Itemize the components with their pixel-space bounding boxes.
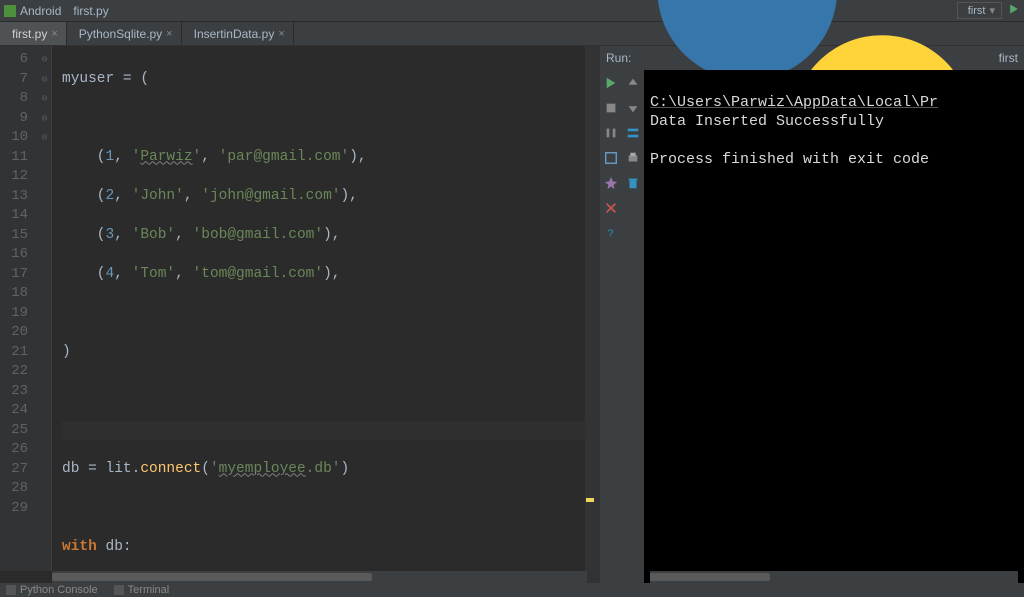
editor-error-stripe[interactable]: [585, 46, 595, 571]
console-horizontal-scrollbar[interactable]: [650, 571, 1018, 583]
run-panel: Run: first ? C:\Users\Parw: [599, 46, 1024, 583]
run-toolbar-right: [622, 70, 644, 583]
main-area: 6789 10111213 14151617 18192021 22232425…: [0, 46, 1024, 583]
run-toolbar-left: ?: [600, 70, 622, 583]
fold-gutter[interactable]: ⊖ ⊖⊖ ⊖ ⊖: [38, 46, 52, 571]
close-icon[interactable]: ×: [166, 28, 172, 40]
stop-button[interactable]: [604, 101, 618, 118]
close-icon[interactable]: ×: [278, 28, 284, 40]
close-panel-button[interactable]: [604, 201, 618, 218]
pin-button[interactable]: [604, 176, 618, 193]
tab-pythonsqlite[interactable]: PythonSqlite.py ×: [67, 22, 182, 45]
line-number-gutter: 6789 10111213 14151617 18192021 22232425…: [0, 46, 38, 571]
python-console-tool[interactable]: Python Console: [6, 584, 98, 596]
trash-icon[interactable]: [626, 176, 640, 193]
down-stack-icon[interactable]: [626, 101, 640, 118]
terminal-tool[interactable]: Terminal: [114, 584, 170, 596]
rerun-button[interactable]: [604, 76, 618, 93]
run-panel-header: Run: first: [600, 46, 1024, 70]
print-icon[interactable]: [626, 151, 640, 168]
code-editor[interactable]: myuser = ( (1, 'Parwiz', 'par@gmail.com'…: [52, 46, 595, 571]
layout-button[interactable]: [604, 151, 618, 168]
console-output[interactable]: C:\Users\Parwiz\AppData\Local\Pr Data In…: [644, 70, 1024, 571]
pause-button[interactable]: [604, 126, 618, 143]
tab-insertindata[interactable]: InsertinData.py ×: [182, 22, 294, 45]
wrap-icon[interactable]: [626, 126, 640, 143]
run-button[interactable]: [1008, 3, 1020, 18]
editor-horizontal-scrollbar[interactable]: [52, 571, 587, 583]
help-button[interactable]: ?: [604, 226, 618, 243]
tab-first[interactable]: first.py ×: [0, 22, 67, 45]
svg-text:?: ?: [608, 228, 614, 240]
editor-pane: 6789 10111213 14151617 18192021 22232425…: [0, 46, 595, 583]
bottom-tool-bar: Python Console Terminal: [0, 583, 1024, 597]
breadcrumb-file[interactable]: first.py: [69, 4, 108, 18]
breadcrumb-project[interactable]: Android: [4, 4, 61, 18]
up-stack-icon[interactable]: [626, 76, 640, 93]
close-icon[interactable]: ×: [51, 28, 57, 40]
